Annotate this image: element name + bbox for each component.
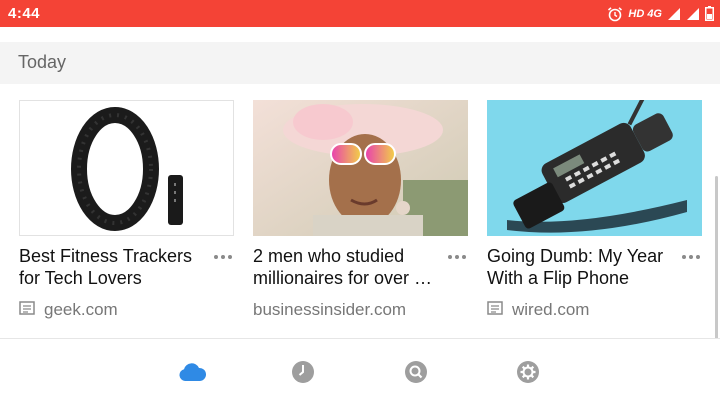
article-source: businessinsider.com: [253, 300, 406, 320]
battery-icon: [705, 6, 714, 21]
article-card[interactable]: Going Dumb: My Year With a Flip Phone wi…: [487, 100, 702, 330]
article-card[interactable]: 2 men who studied millionaires for over …: [253, 100, 468, 330]
section-title: Today: [18, 52, 67, 72]
fitness-tracker-image[interactable]: [19, 100, 234, 236]
woman-in-hat-image[interactable]: [253, 100, 468, 236]
more-options-button[interactable]: [446, 250, 468, 264]
article-icon: [19, 300, 35, 320]
source-label: geek.com: [44, 300, 118, 319]
nav-history-button[interactable]: [289, 360, 317, 389]
search-icon: [404, 360, 428, 389]
article-title[interactable]: Going Dumb: My Year With a Flip Phone: [487, 245, 677, 289]
nav-settings-button[interactable]: [514, 360, 542, 389]
flip-phone-image[interactable]: [487, 100, 702, 236]
status-bar: 4:44 HD 4G: [0, 0, 720, 27]
article-source: geek.com: [19, 300, 118, 320]
more-options-button[interactable]: [680, 250, 702, 264]
network-label: HD 4G: [628, 7, 662, 20]
bottom-nav: [0, 339, 720, 405]
source-label: wired.com: [512, 300, 590, 319]
article-card[interactable]: Best Fitness Trackers for Tech Lovers ge…: [19, 100, 234, 330]
alarm-icon: [607, 6, 623, 22]
nav-cloud-button[interactable]: [178, 361, 207, 387]
more-options-button[interactable]: [212, 250, 234, 264]
source-label: businessinsider.com: [253, 300, 407, 319]
article-icon: [487, 300, 503, 320]
status-time: 4:44: [8, 5, 41, 22]
gear-icon: [516, 360, 540, 389]
cloud-icon: [178, 362, 207, 387]
article-title[interactable]: 2 men who studied millionaires for over …: [253, 245, 443, 289]
article-source: wired.com: [487, 300, 589, 320]
section-header: Today: [0, 42, 720, 84]
app-screen: 4:44 HD 4G Today Best Fitness Trackers f…: [0, 0, 720, 405]
article-title[interactable]: Best Fitness Trackers for Tech Lovers: [19, 245, 209, 289]
signal-icon: [686, 7, 700, 21]
signal-icon: [667, 7, 681, 21]
clock-icon: [291, 360, 315, 389]
status-icons: HD 4G: [607, 4, 714, 23]
nav-search-button[interactable]: [402, 360, 430, 389]
article-carousel[interactable]: Best Fitness Trackers for Tech Lovers ge…: [0, 84, 720, 405]
